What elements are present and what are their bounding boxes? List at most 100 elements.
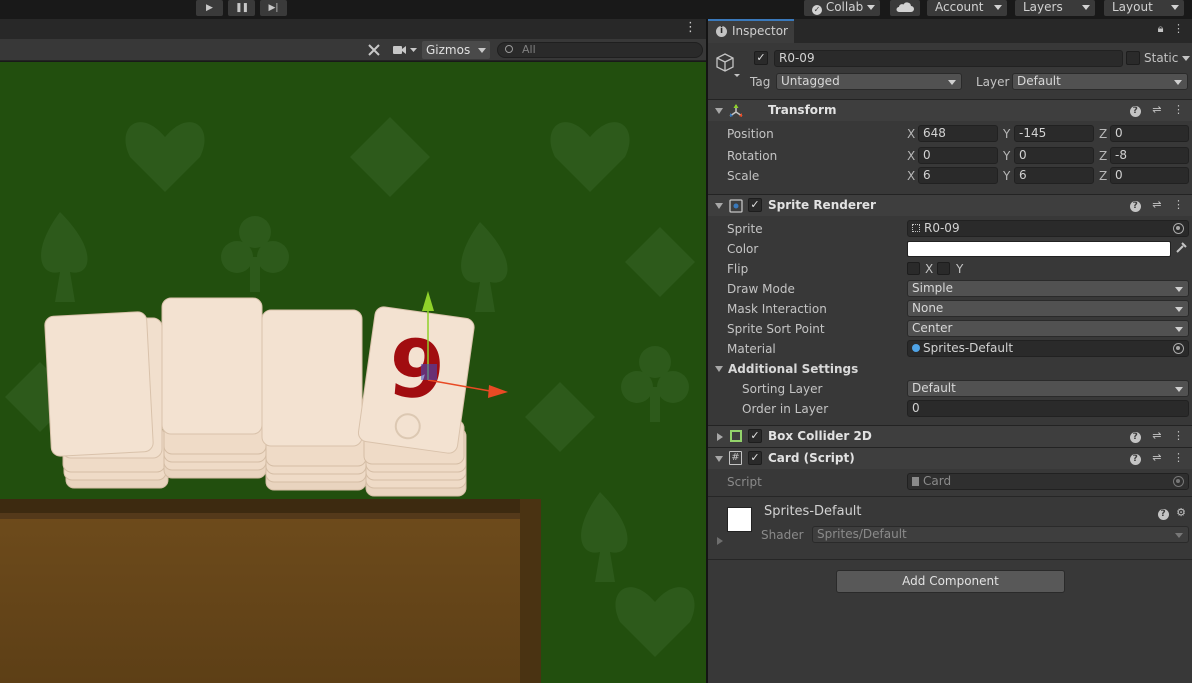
static-label: Static xyxy=(1144,51,1179,65)
sprite-renderer-header[interactable]: ✓ Sprite Renderer ? ⇌ ⋮ xyxy=(708,194,1192,216)
sorting-layer-dropdown[interactable]: Default xyxy=(907,380,1189,397)
static-checkbox[interactable] xyxy=(1126,51,1140,65)
layer-dropdown[interactable]: Default xyxy=(1012,73,1188,90)
add-component-button[interactable]: Add Component xyxy=(836,570,1065,593)
layers-label: Layers xyxy=(1023,0,1063,14)
axis-x-label: X xyxy=(907,149,916,163)
card-script-header[interactable]: # ✓ Card (Script) ? ⇌ ⋮ xyxy=(708,447,1192,469)
object-name-field[interactable]: R0-09 xyxy=(774,50,1123,67)
gizmo-plane-handle[interactable] xyxy=(421,364,437,380)
tag-dropdown[interactable]: Untagged xyxy=(776,73,962,90)
flip-x-checkbox[interactable] xyxy=(907,262,920,275)
foldout-arrow-icon[interactable] xyxy=(715,203,723,209)
help-icon[interactable]: ? xyxy=(1157,509,1169,520)
order-in-layer-label: Order in Layer xyxy=(742,402,829,416)
position-x-field[interactable]: 648 xyxy=(918,125,998,142)
axis-z-label: Z xyxy=(1099,149,1108,163)
foldout-arrow-icon[interactable] xyxy=(715,366,723,372)
axis-x-label: X xyxy=(907,169,916,183)
card-stack-4: 9 xyxy=(357,306,475,497)
rotation-z-field[interactable]: -8 xyxy=(1110,147,1189,164)
draw-mode-dropdown[interactable]: Simple xyxy=(907,280,1189,297)
transform-header[interactable]: Transform ? ⇌ ⋮ xyxy=(708,99,1192,121)
scale-z-field[interactable]: 0 xyxy=(1110,167,1189,184)
sorting-layer-label: Sorting Layer xyxy=(742,382,823,396)
sprite-renderer-enabled-checkbox[interactable]: ✓ xyxy=(748,198,762,212)
object-picker-icon[interactable] xyxy=(1173,223,1184,234)
scale-x-field[interactable]: 6 xyxy=(918,167,998,184)
card-script-enabled-checkbox[interactable]: ✓ xyxy=(748,451,762,465)
camera-icon xyxy=(393,46,417,54)
more-options-icon[interactable]: ⋮ xyxy=(1173,103,1184,116)
layers-dropdown[interactable]: Layers xyxy=(1015,0,1095,16)
flip-y-checkbox[interactable] xyxy=(937,262,950,275)
help-icon[interactable]: ? xyxy=(1129,432,1141,443)
box-collider-header[interactable]: ✓ Box Collider 2D ? ⇌ ⋮ xyxy=(708,425,1192,447)
more-options-icon[interactable]: ⋮ xyxy=(1173,198,1184,211)
scene-search-input[interactable]: All xyxy=(497,42,703,58)
account-dropdown[interactable]: Account xyxy=(927,0,1007,16)
more-options-icon[interactable]: ⋮ xyxy=(1173,429,1184,442)
pause-icon: ❚❚ xyxy=(234,3,249,13)
object-picker-icon[interactable] xyxy=(1173,343,1184,354)
gizmos-dropdown[interactable]: Gizmos xyxy=(422,41,490,59)
help-icon[interactable]: ? xyxy=(1129,106,1141,117)
mask-interaction-dropdown[interactable]: None xyxy=(907,300,1189,317)
position-y-field[interactable]: -145 xyxy=(1014,125,1094,142)
cloud-icon xyxy=(896,2,914,13)
layer-value: Default xyxy=(1017,74,1061,88)
step-button[interactable]: ▶| xyxy=(260,0,287,16)
foldout-arrow-icon[interactable] xyxy=(715,456,723,462)
order-in-layer-field[interactable]: 0 xyxy=(907,400,1189,417)
script-label: Script xyxy=(727,475,762,489)
help-icon[interactable]: ? xyxy=(1129,454,1141,465)
rotation-y-field[interactable]: 0 xyxy=(1014,147,1094,164)
axis-y-label: Y xyxy=(1003,169,1011,183)
eyedropper-icon[interactable] xyxy=(1174,241,1188,255)
material-field[interactable]: Sprites-Default xyxy=(907,340,1189,357)
foldout-arrow-icon[interactable] xyxy=(717,433,723,441)
camera-dropdown[interactable] xyxy=(390,41,420,59)
component-actions: ? ⇌ ⋮ xyxy=(1122,429,1184,443)
gear-icon[interactable]: ⚙ xyxy=(1176,506,1186,519)
help-icon[interactable]: ? xyxy=(1129,201,1141,212)
lock-icon[interactable]: 🔒︎ xyxy=(1158,22,1164,35)
preset-sliders-icon[interactable]: ⇌ xyxy=(1152,103,1161,116)
sprite-sort-point-dropdown[interactable]: Center xyxy=(907,320,1189,337)
object-active-checkbox[interactable]: ✓ xyxy=(754,51,768,65)
foldout-arrow-icon[interactable] xyxy=(715,108,723,114)
inspector-panel: i Inspector 🔒︎ ⋮ ✓ R0-09 Static Tag Unta… xyxy=(708,19,1192,683)
more-options-icon[interactable]: ⋮ xyxy=(1173,22,1184,35)
component-actions: ? ⇌ ⋮ xyxy=(1122,198,1184,212)
preset-sliders-icon[interactable]: ⇌ xyxy=(1152,198,1161,211)
pause-button[interactable]: ❚❚ xyxy=(228,0,255,16)
preset-sliders-icon[interactable]: ⇌ xyxy=(1152,429,1161,442)
chevron-down-icon xyxy=(1171,5,1179,10)
cloud-button[interactable] xyxy=(890,0,920,16)
tools-button[interactable] xyxy=(364,41,384,59)
sorting-layer-value: Default xyxy=(912,381,956,395)
rotation-x-field[interactable]: 0 xyxy=(918,147,998,164)
scale-y-field[interactable]: 6 xyxy=(1014,167,1094,184)
preset-sliders-icon[interactable]: ⇌ xyxy=(1152,451,1161,464)
chevron-down-icon[interactable] xyxy=(1182,56,1190,61)
play-button[interactable]: ▶ xyxy=(196,0,223,16)
foldout-arrow-icon[interactable] xyxy=(717,537,723,545)
additional-settings-label[interactable]: Additional Settings xyxy=(728,362,858,376)
wooden-table xyxy=(0,499,541,683)
layout-dropdown[interactable]: Layout xyxy=(1104,0,1184,16)
tab-inspector[interactable]: i Inspector xyxy=(708,19,794,43)
position-z-field[interactable]: 0 xyxy=(1110,125,1189,142)
scene-viewport[interactable]: 9 xyxy=(0,62,707,683)
box-collider-enabled-checkbox[interactable]: ✓ xyxy=(748,429,762,443)
more-options-icon[interactable]: ⋮ xyxy=(1173,451,1184,464)
sprite-field[interactable]: R0-09 xyxy=(907,220,1189,237)
shader-dropdown[interactable]: Sprites/Default xyxy=(812,526,1189,543)
chevron-down-icon xyxy=(1174,80,1182,85)
sprite-renderer-title: Sprite Renderer xyxy=(768,198,876,212)
color-swatch[interactable] xyxy=(907,241,1171,257)
collab-button[interactable]: ✓ Collab xyxy=(804,0,880,16)
scene-canvas: 9 xyxy=(0,62,707,683)
more-options-icon[interactable]: ⋮ xyxy=(684,21,697,35)
chevron-down-icon xyxy=(1082,5,1090,10)
